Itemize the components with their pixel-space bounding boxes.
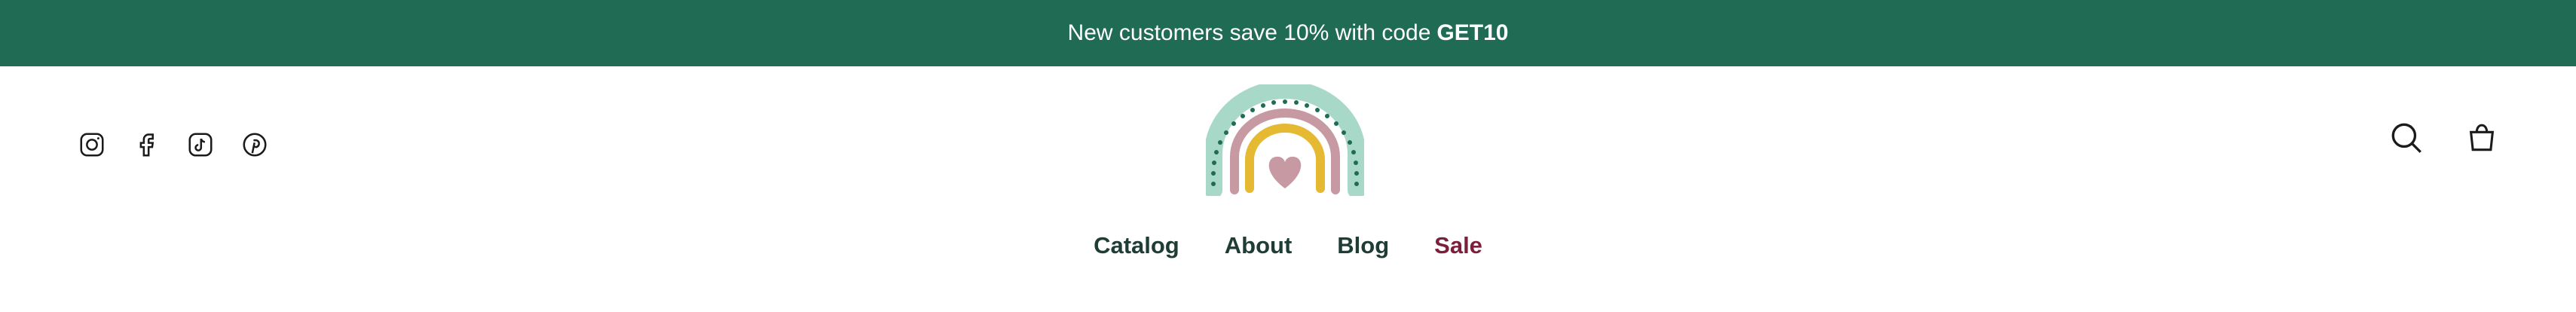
brand-logo[interactable] (1204, 81, 1366, 199)
nav-catalog[interactable]: Catalog (1094, 232, 1179, 259)
header-actions (2386, 118, 2502, 158)
instagram-icon[interactable] (74, 127, 110, 163)
main-nav: Catalog About Blog Sale (0, 232, 2576, 259)
cart-icon[interactable] (2461, 118, 2502, 158)
site-header: Catalog About Blog Sale (0, 66, 2576, 312)
pinterest-icon[interactable] (237, 127, 273, 163)
social-links (74, 127, 273, 163)
discount-code: GET10 (1436, 20, 1509, 45)
nav-sale[interactable]: Sale (1434, 232, 1482, 259)
nav-about[interactable]: About (1225, 232, 1293, 259)
facebook-icon[interactable] (128, 127, 164, 163)
announcement-text: New customers save 10% with code (1067, 20, 1431, 45)
search-icon[interactable] (2386, 118, 2427, 158)
nav-blog[interactable]: Blog (1337, 232, 1389, 259)
tiktok-icon[interactable] (182, 127, 219, 163)
announcement-bar: New customers save 10% with code GET10 (0, 0, 2576, 66)
